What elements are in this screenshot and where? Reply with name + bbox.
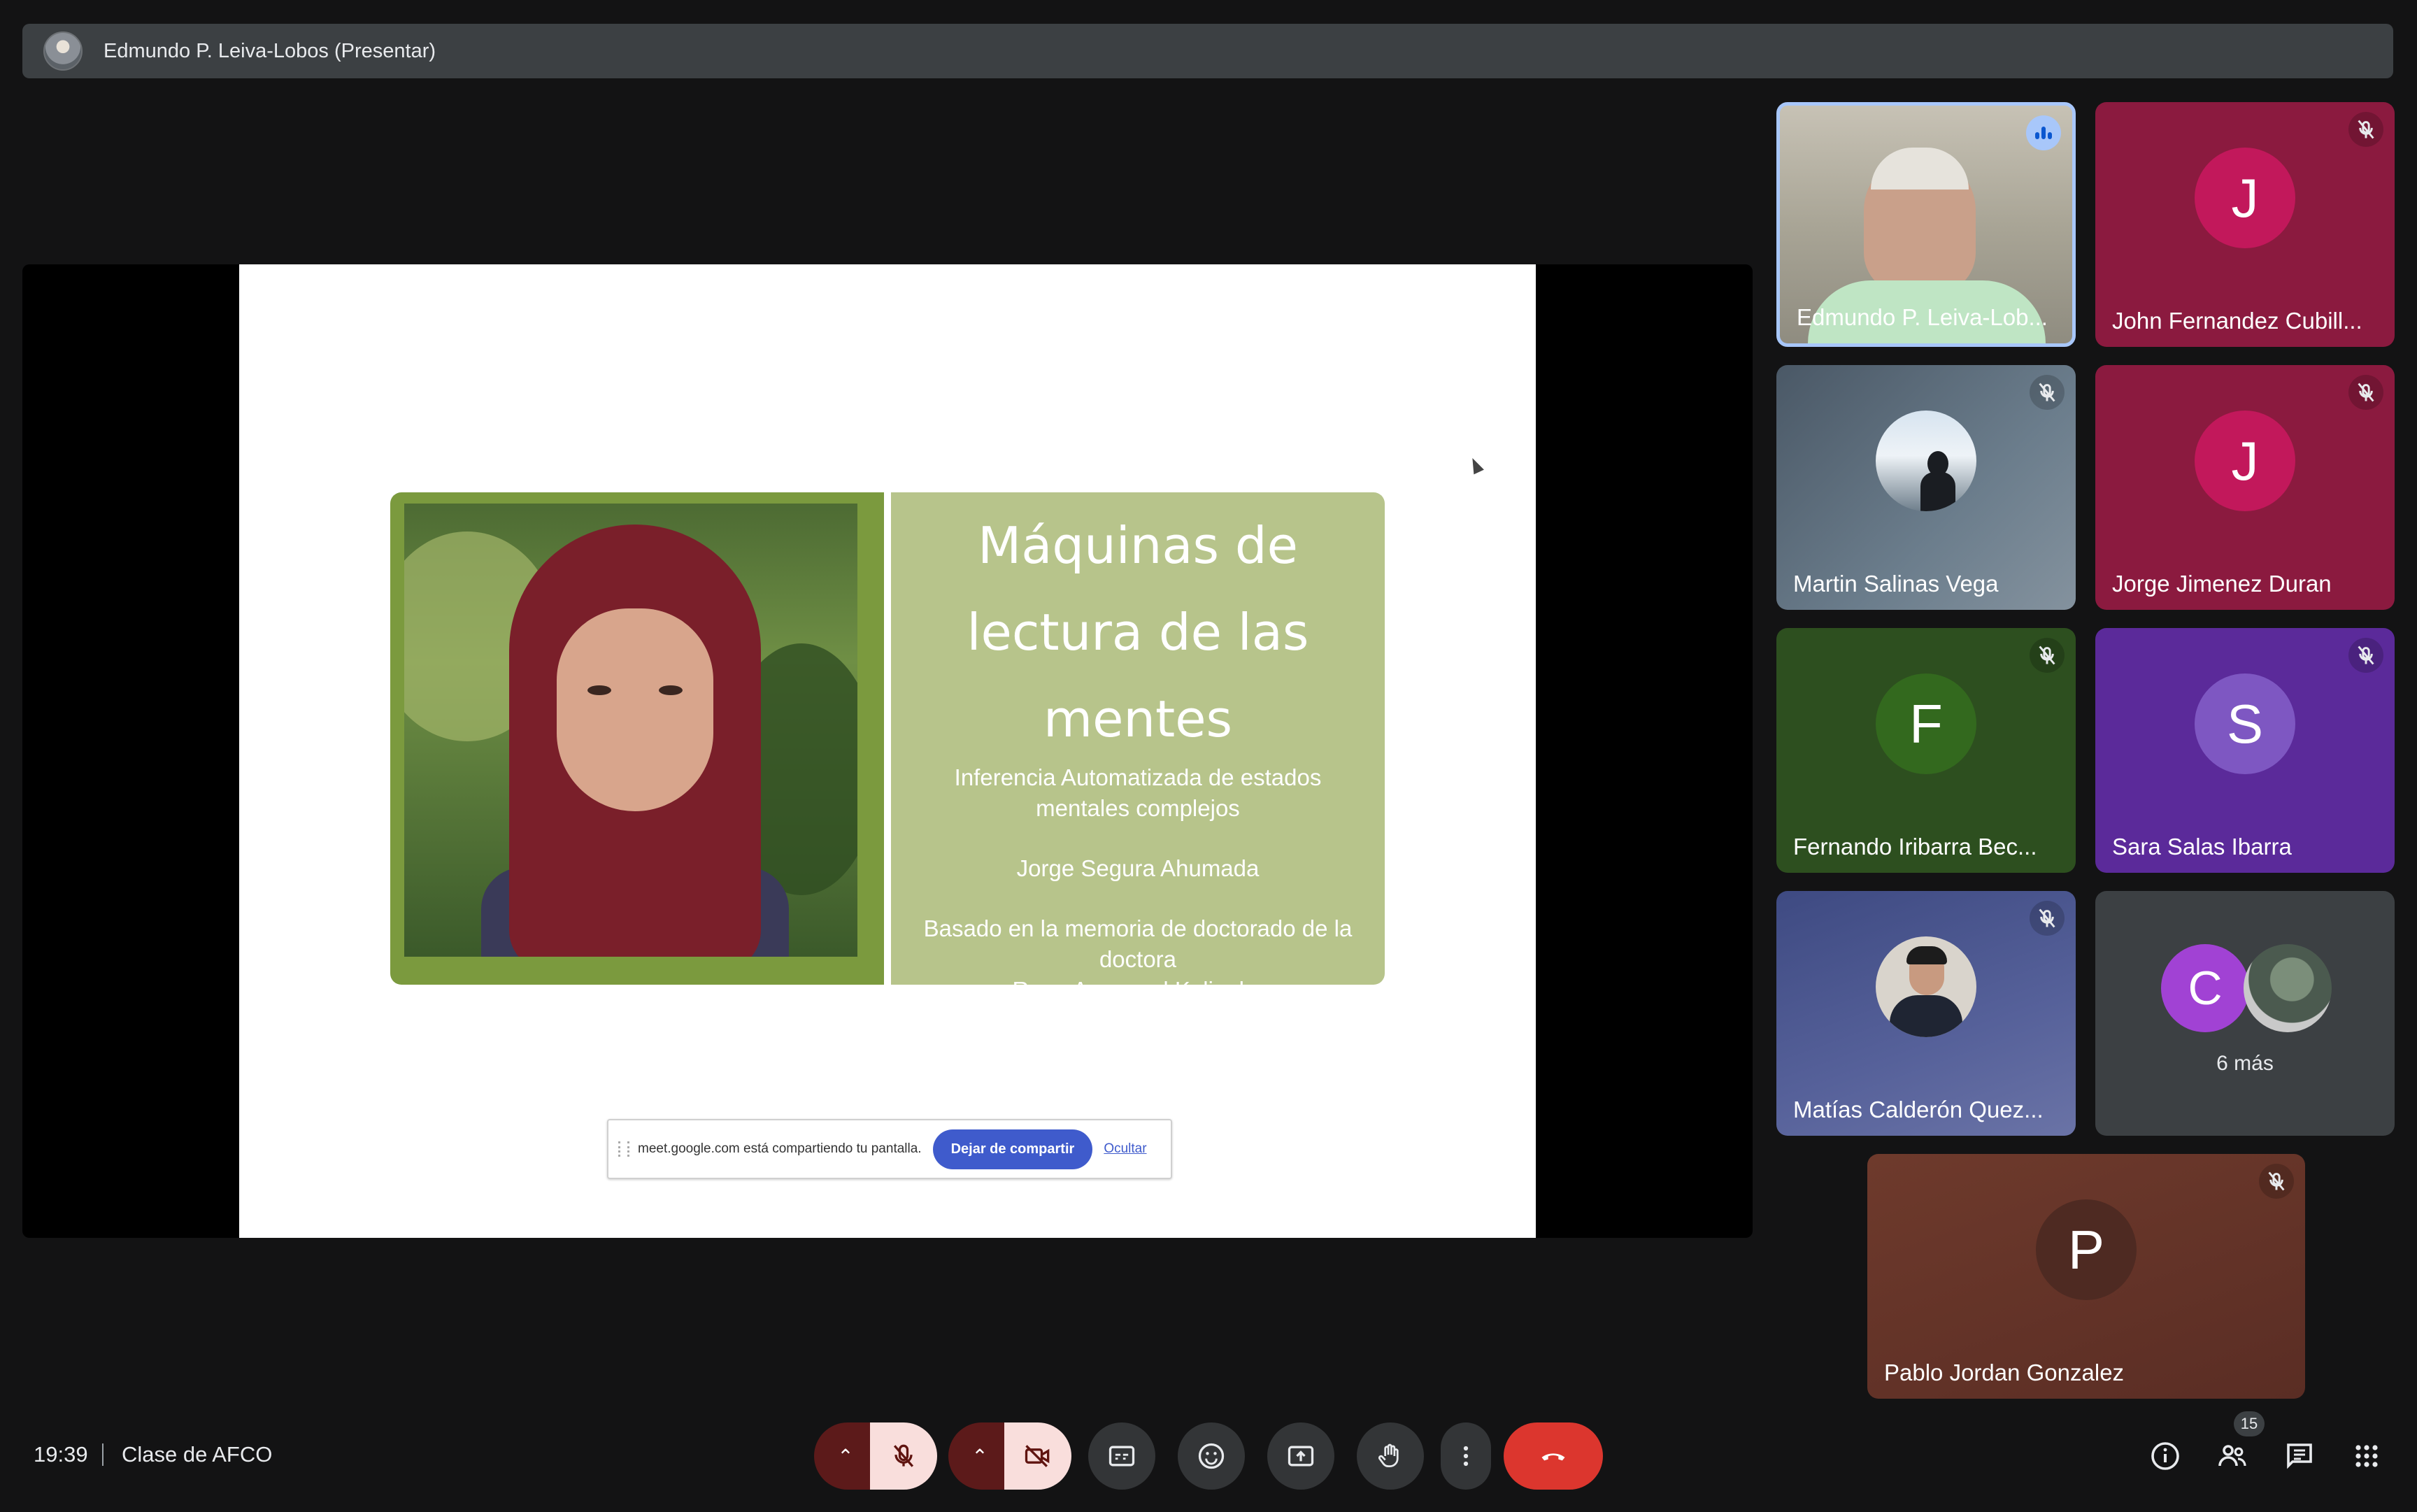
avatar: C [2161,944,2249,1032]
avatar: P [2036,1199,2137,1300]
divider [102,1443,104,1466]
participant-tile[interactable]: Edmundo P. Leiva-Lob... [1776,102,2076,347]
slide-subtitle: Inferencia Automatizada de estados menta… [954,764,1322,821]
participant-name: Pablo Jordan Gonzalez [1884,1360,2125,1385]
captions-icon [1108,1446,1135,1467]
emoji-icon [1198,1443,1225,1469]
presenter-label: Edmundo P. Leiva-Lobos (Presentar) [104,39,436,62]
shared-screen: Máquinas de lectura de las mentes Infere… [22,264,1753,1238]
people-icon[interactable] [2216,1439,2249,1473]
presenter-bar: Edmundo P. Leiva-Lobos (Presentar) [22,24,2393,78]
mic-off-icon [893,1444,914,1467]
participant-name: Matías Calderón Quez... [1793,1097,2044,1122]
mic-toggle-button[interactable] [870,1422,937,1490]
present-button[interactable] [1267,1422,1334,1490]
avatar [1876,936,1976,1037]
more-options-icon [1463,1446,1469,1467]
camera-toggle-button[interactable] [1004,1422,1071,1490]
mic-off-icon [2348,638,2383,673]
chat-icon[interactable] [2283,1439,2316,1473]
mic-off-icon [2259,1164,2294,1199]
reactions-button[interactable] [1178,1422,1245,1490]
mic-off-icon [2348,112,2383,147]
meeting-name: Clase de AFCO [122,1442,273,1467]
participant-name: John Fernandez Cubill... [2112,308,2362,334]
participant-tile[interactable]: Martin Salinas Vega [1776,365,2076,610]
participant-tile[interactable]: F Fernando Iribarra Bec... [1776,628,2076,873]
stop-sharing-button[interactable]: Dejar de compartir [932,1129,1093,1169]
slide-title: Máquinas de lectura de las mentes [967,516,1309,748]
more-options-button[interactable] [1441,1422,1491,1490]
mic-off-icon [2348,375,2383,410]
camera-off-icon [1025,1445,1050,1467]
participant-tile[interactable]: P Pablo Jordan Gonzalez [1867,1154,2305,1399]
captions-button[interactable] [1088,1422,1155,1490]
participant-tile[interactable]: J Jorge Jimenez Duran [2095,365,2395,610]
participant-name: Jorge Jimenez Duran [2112,571,2332,597]
mic-off-icon [2030,901,2065,936]
raise-hand-button[interactable] [1357,1422,1424,1490]
present-icon [1288,1446,1314,1467]
slide-photo [404,504,857,957]
participant-name: Martin Salinas Vega [1793,571,1999,597]
drag-handle-icon[interactable] [618,1141,629,1157]
avatar [2244,944,2332,1032]
audio-options-button[interactable]: ⌃ [814,1422,877,1490]
apps-icon[interactable] [2350,1439,2383,1473]
video-options-button[interactable]: ⌃ [948,1422,1011,1490]
speaking-icon [2026,115,2061,150]
slide-author: Jorge Segura Ahumada [1016,855,1260,881]
participant-tile[interactable]: Matías Calderón Quez... [1776,891,2076,1136]
presenter-avatar [43,31,83,71]
presentation-slide: Máquinas de lectura de las mentes Infere… [239,264,1536,1238]
raise-hand-icon [1378,1443,1399,1468]
slide-text-panel: Máquinas de lectura de las mentes Infere… [891,492,1385,1003]
more-participants-tile[interactable]: C 6 más [2095,891,2395,1136]
avatar [1876,411,1976,511]
avatar: F [1876,673,1976,774]
participant-name: Edmundo P. Leiva-Lob... [1797,304,2048,330]
share-banner-text: meet.google.com está compartiendo tu pan… [638,1141,922,1156]
mic-off-icon [2030,375,2065,410]
mic-off-icon [2030,638,2065,673]
avatar: J [2195,411,2295,511]
leave-call-icon [1541,1453,1565,1461]
participant-name: Fernando Iribarra Bec... [1793,834,2037,860]
leave-call-button[interactable] [1504,1422,1603,1490]
hide-banner-link[interactable]: Ocultar [1104,1141,1146,1157]
info-icon[interactable] [2148,1439,2182,1473]
participant-tile[interactable]: J John Fernandez Cubill... [2095,102,2395,347]
participant-count-badge: 15 [2234,1411,2265,1436]
slide-photo-frame [390,492,884,985]
avatar: S [2195,673,2295,774]
avatar: J [2195,148,2295,248]
meeting-time: 19:39 [34,1442,88,1467]
participant-name: Sara Salas Ibarra [2112,834,2292,860]
participant-tile[interactable]: S Sara Salas Ibarra [2095,628,2395,873]
mouse-cursor-icon [1467,455,1484,475]
more-participants-label: 6 más [2216,1052,2274,1075]
slide-based-on: Basado en la memoria de doctorado de la … [923,915,1353,1003]
screen-share-banner: meet.google.com está compartiendo tu pan… [607,1119,1172,1179]
